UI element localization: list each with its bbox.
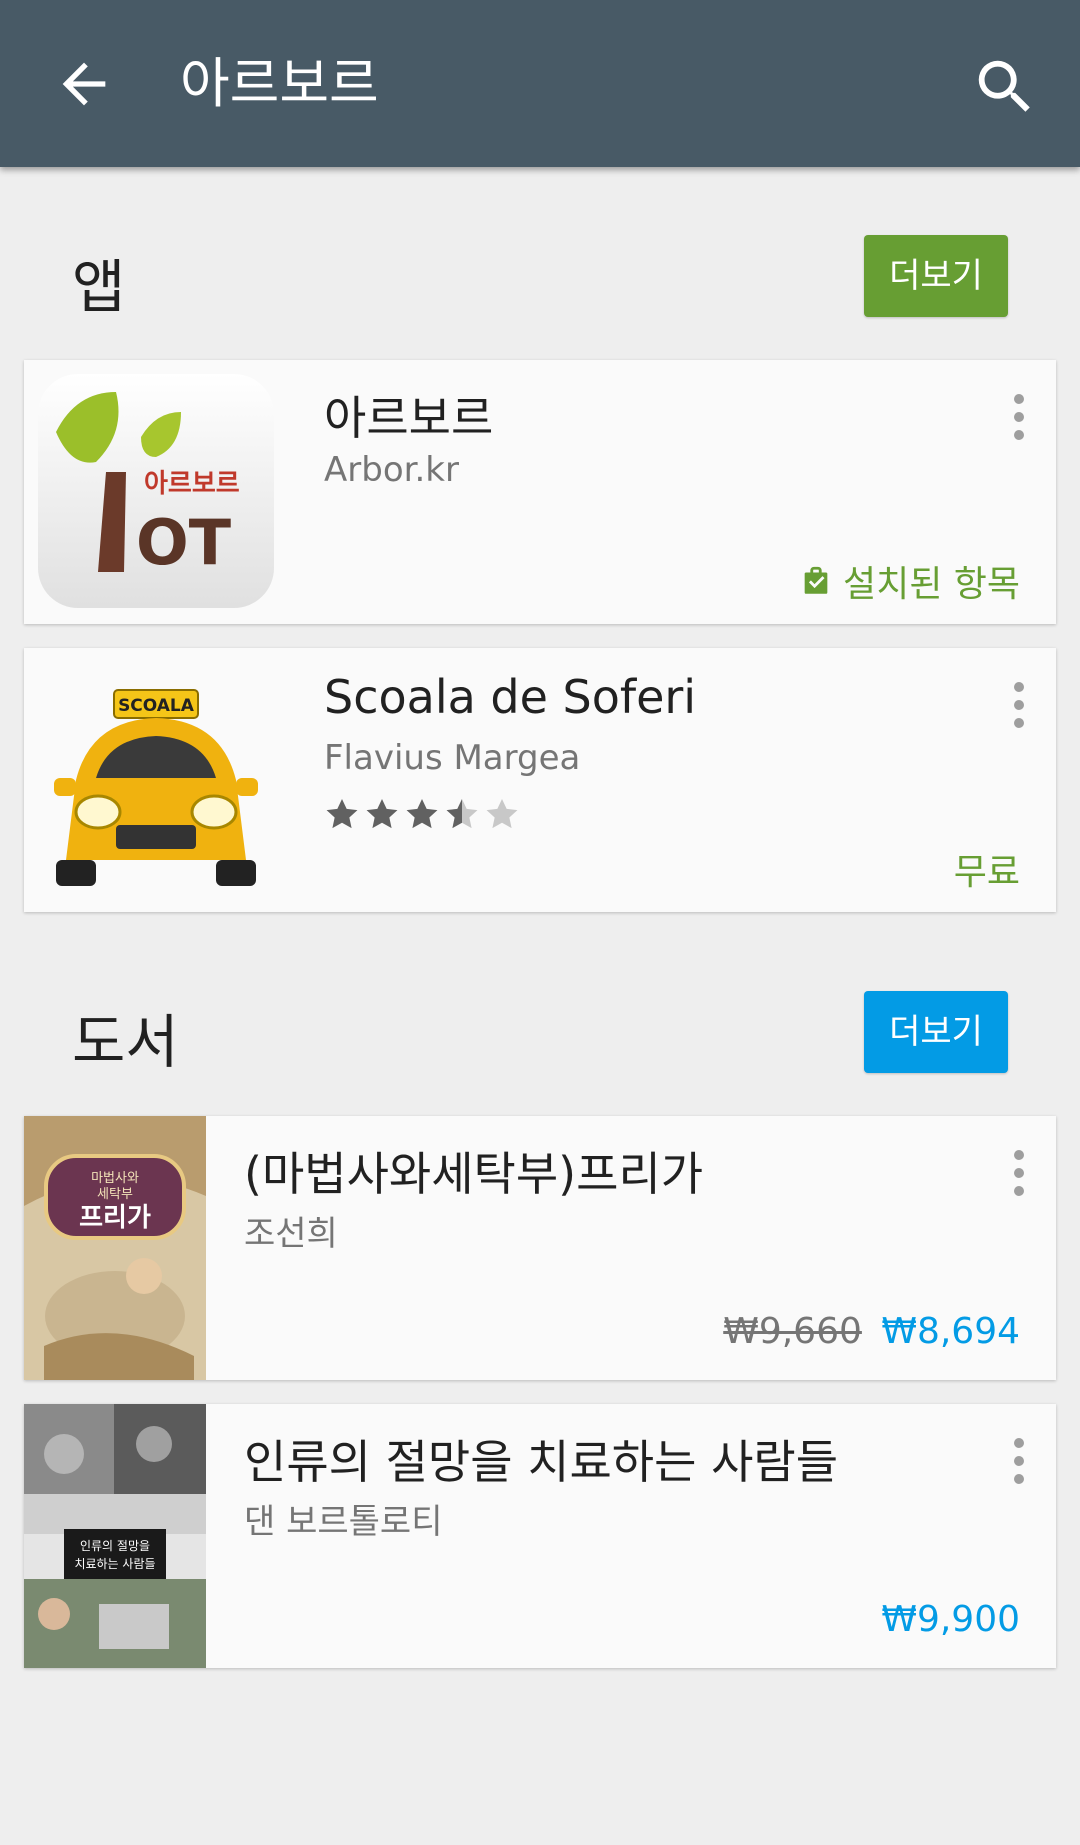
app-card-scoala[interactable]: SCOALA Scoala de Soferi Flavius Margea 무… bbox=[24, 648, 1056, 912]
installed-status: 설치된 항목 bbox=[799, 555, 1020, 607]
search-icon[interactable] bbox=[970, 52, 1040, 122]
book-author: 댄 보르톨로티 bbox=[244, 1502, 443, 1542]
books-more-button[interactable]: 더보기 bbox=[864, 991, 1008, 1073]
svg-text:마법사와: 마법사와 bbox=[91, 1171, 139, 1186]
app-developer: Arbor.kr bbox=[324, 450, 459, 490]
sale-price: ₩8,694 bbox=[881, 1311, 1020, 1352]
apps-more-button[interactable]: 더보기 bbox=[864, 235, 1008, 317]
arbor-app-icon: 아르보르 OT bbox=[38, 374, 274, 608]
taxi-sign-text: SCOALA bbox=[118, 696, 195, 716]
app-name: Scoala de Soferi bbox=[324, 670, 697, 724]
book-author: 조선희 bbox=[244, 1214, 338, 1254]
book-cover-healers: 인류의 절망을 치료하는 사람들 bbox=[24, 1404, 206, 1668]
star-rating bbox=[324, 796, 524, 832]
book-card-friga[interactable]: 마법사와 세탁부 프리가 (마법사와세탁부)프리가 조선희 ₩9,660 ₩8,… bbox=[24, 1116, 1056, 1380]
svg-text:인류의 절망을: 인류의 절망을 bbox=[80, 1539, 150, 1553]
book-price: ₩9,660 ₩8,694 bbox=[723, 1311, 1020, 1352]
book-cover-friga: 마법사와 세탁부 프리가 bbox=[24, 1116, 206, 1380]
original-price: ₩9,660 bbox=[723, 1311, 862, 1352]
taxi-app-icon: SCOALA bbox=[54, 689, 258, 886]
app-card-arbor[interactable]: 아르보르 OT 아르보르 Arbor.kr 설치된 항목 bbox=[24, 360, 1056, 624]
svg-text:치료하는 사람들: 치료하는 사람들 bbox=[74, 1557, 155, 1571]
overflow-menu-icon[interactable] bbox=[1012, 682, 1026, 730]
star-full-icon bbox=[406, 799, 438, 829]
star-empty-icon bbox=[486, 799, 518, 829]
section-title-apps: 앱 bbox=[72, 253, 126, 321]
overflow-menu-icon[interactable] bbox=[1012, 1438, 1026, 1486]
installed-check-icon bbox=[804, 566, 828, 594]
back-arrow-icon[interactable] bbox=[52, 52, 116, 116]
app-bar: 아르보르 bbox=[0, 0, 1080, 167]
app-developer: Flavius Margea bbox=[324, 738, 581, 778]
star-full-icon bbox=[366, 799, 398, 829]
overflow-menu-icon[interactable] bbox=[1012, 394, 1026, 442]
book-card-healers[interactable]: 인류의 절망을 치료하는 사람들 인류의 절망을 치료하는 사람들 댄 보르톨로… bbox=[24, 1404, 1056, 1668]
app-name: 아르보르 bbox=[324, 391, 494, 445]
star-full-icon bbox=[326, 799, 358, 829]
svg-text:세탁부: 세탁부 bbox=[97, 1187, 133, 1202]
book-price: ₩9,900 bbox=[881, 1599, 1020, 1640]
installed-label: 설치된 항목 bbox=[842, 564, 1020, 605]
book-title: (마법사와세탁부)프리가 bbox=[244, 1147, 704, 1201]
svg-text:OT: OT bbox=[136, 506, 231, 579]
star-half-icon bbox=[446, 799, 478, 829]
page-title: 아르보르 bbox=[180, 52, 379, 115]
book-title: 인류의 절망을 치료하는 사람들 bbox=[244, 1435, 839, 1489]
section-title-books: 도서 bbox=[72, 1008, 179, 1076]
overflow-menu-icon[interactable] bbox=[1012, 1150, 1026, 1198]
svg-text:프리가: 프리가 bbox=[79, 1203, 151, 1233]
arbor-logo-text: 아르보르 bbox=[144, 469, 240, 499]
price-free: 무료 bbox=[953, 852, 1020, 893]
